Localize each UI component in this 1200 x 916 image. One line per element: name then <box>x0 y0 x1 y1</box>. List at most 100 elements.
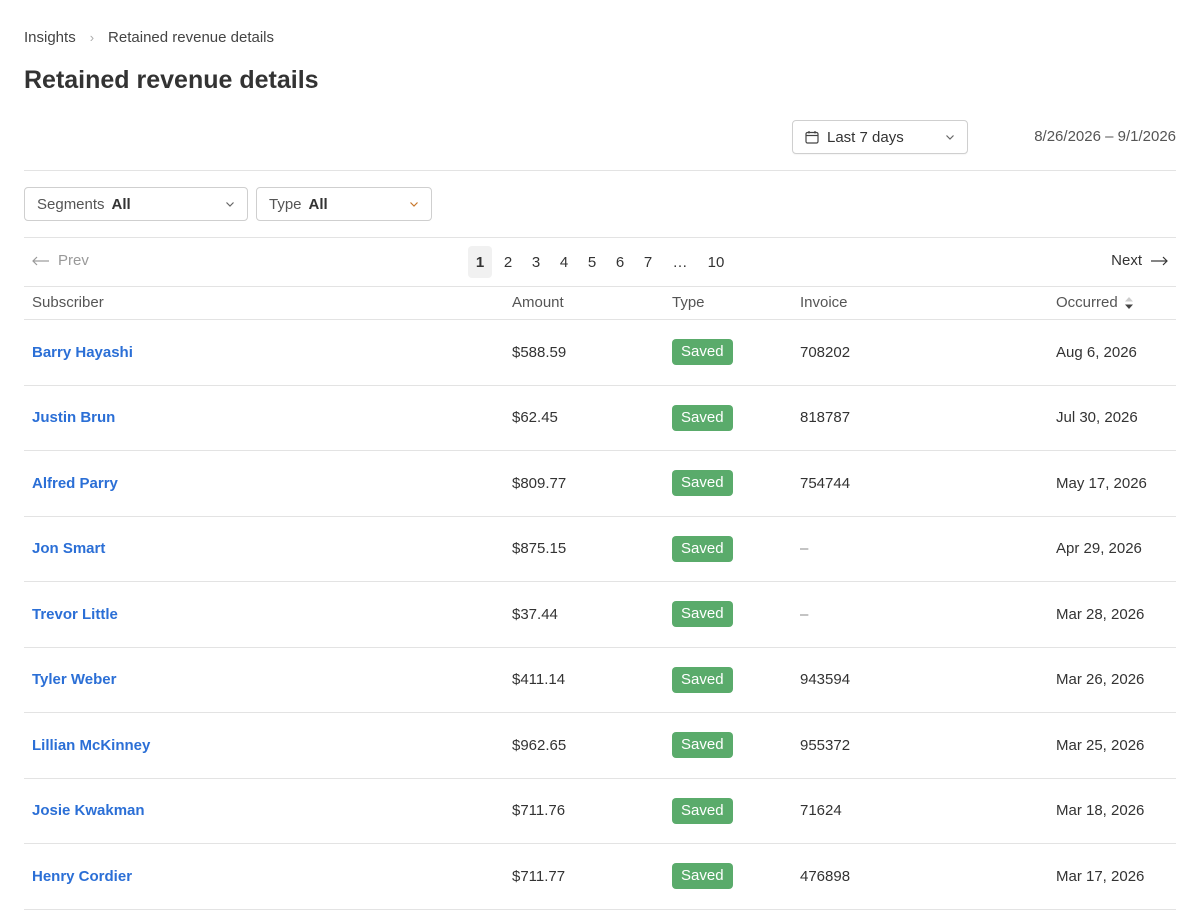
type-badge: Saved <box>672 732 733 759</box>
type-filter-value: All <box>308 195 328 213</box>
column-header-type[interactable]: Type <box>672 294 705 311</box>
occurred-cell: Apr 29, 2026 <box>1056 540 1142 558</box>
column-header-occurred-label: Occurred <box>1056 294 1118 311</box>
page-button-1[interactable]: 1 <box>468 246 492 278</box>
page-button-2[interactable]: 2 <box>496 246 520 278</box>
segments-filter-value: All <box>111 195 131 213</box>
segments-filter-label: Segments <box>37 195 105 213</box>
type-badge: Saved <box>672 470 733 497</box>
arrow-right-icon <box>1151 256 1168 265</box>
date-range-select[interactable]: Last 7 days <box>792 120 968 154</box>
occurred-cell: Mar 25, 2026 <box>1056 736 1145 754</box>
page-button-5[interactable]: 5 <box>580 246 604 278</box>
header-divider <box>24 170 1176 171</box>
occurred-cell: Mar 28, 2026 <box>1056 605 1145 623</box>
subscriber-link[interactable]: Alfred Parry <box>32 451 118 516</box>
type-cell: Saved <box>672 582 733 647</box>
breadcrumb-separator: › <box>89 29 95 45</box>
prev-page-label: Prev <box>58 252 89 269</box>
occurred-cell: Mar 18, 2026 <box>1056 802 1145 820</box>
amount-cell: $62.45 <box>512 409 558 427</box>
table-row: Jon Smart $875.15 Saved – Apr 29, 2026 <box>24 517 1176 582</box>
type-badge: Saved <box>672 863 733 890</box>
calendar-icon <box>805 131 819 144</box>
amount-cell: $875.15 <box>512 540 567 558</box>
type-cell: Saved <box>672 713 733 778</box>
table-row: Henry Cordier $711.77 Saved 476898 Mar 1… <box>24 844 1176 910</box>
invoice-cell: 754744 <box>800 474 851 492</box>
amount-cell: $962.65 <box>512 736 567 754</box>
date-range-value: Last 7 days <box>827 128 904 146</box>
page-button-7[interactable]: 7 <box>636 246 660 278</box>
invoice-cell: 708202 <box>800 343 851 361</box>
table-header: Subscriber Amount Type Invoice Occurred <box>24 287 1176 320</box>
page-ellipsis: … <box>672 253 688 271</box>
invoice-cell: 955372 <box>800 736 851 754</box>
prev-page-button[interactable]: Prev <box>32 252 89 269</box>
next-page-label: Next <box>1111 252 1142 269</box>
subscriber-link[interactable]: Josie Kwakman <box>32 779 145 844</box>
segments-filter[interactable]: Segments All <box>24 187 248 221</box>
type-cell: Saved <box>672 451 733 516</box>
occurred-cell: Mar 26, 2026 <box>1056 671 1145 689</box>
occurred-cell: May 17, 2026 <box>1056 474 1147 492</box>
subscriber-link[interactable]: Henry Cordier <box>32 844 132 909</box>
amount-cell: $411.14 <box>512 671 566 689</box>
chevron-down-icon <box>410 202 418 207</box>
table-row: Josie Kwakman $711.76 Saved 71624 Mar 18… <box>24 779 1176 844</box>
subscriber-link[interactable]: Trevor Little <box>32 582 118 647</box>
chevron-down-icon <box>226 202 234 207</box>
type-cell: Saved <box>672 648 733 713</box>
invoice-cell: – <box>800 540 809 558</box>
type-badge: Saved <box>672 535 733 562</box>
amount-cell: $711.77 <box>512 867 566 885</box>
type-badge: Saved <box>672 404 733 431</box>
type-cell: Saved <box>672 779 733 844</box>
table-row: Lillian McKinney $962.65 Saved 955372 Ma… <box>24 713 1176 779</box>
table-row: Alfred Parry $809.77 Saved 754744 May 17… <box>24 451 1176 517</box>
type-badge: Saved <box>672 797 733 824</box>
column-header-invoice[interactable]: Invoice <box>800 294 848 311</box>
subscriber-link[interactable]: Barry Hayashi <box>32 320 133 385</box>
amount-cell: $588.59 <box>512 343 567 361</box>
breadcrumb-parent-link[interactable]: Insights <box>24 29 76 46</box>
column-header-amount[interactable]: Amount <box>512 294 564 311</box>
invoice-cell: 476898 <box>800 867 851 885</box>
next-page-button[interactable]: Next <box>1111 252 1168 269</box>
invoice-cell: 818787 <box>800 409 851 427</box>
invoice-cell: 71624 <box>800 802 842 820</box>
table-row: Justin Brun $62.45 Saved 818787 Jul 30, … <box>24 386 1176 451</box>
type-badge: Saved <box>672 339 733 366</box>
table-row: Tyler Weber $411.14 Saved 943594 Mar 26,… <box>24 648 1176 713</box>
invoice-cell: 943594 <box>800 671 851 689</box>
table-row: Trevor Little $37.44 Saved – Mar 28, 202… <box>24 582 1176 648</box>
amount-cell: $37.44 <box>512 605 558 623</box>
table-row: Barry Hayashi $588.59 Saved 708202 Aug 6… <box>24 320 1176 386</box>
page-button-10[interactable]: 10 <box>704 246 728 278</box>
subscriber-link[interactable]: Lillian McKinney <box>32 713 150 778</box>
type-filter[interactable]: Type All <box>256 187 432 221</box>
page-button-6[interactable]: 6 <box>608 246 632 278</box>
table-body: Barry Hayashi $588.59 Saved 708202 Aug 6… <box>24 320 1176 910</box>
type-filter-label: Type <box>269 195 302 213</box>
pagination: Prev 1 2 3 4 5 6 7 … 10 Next <box>24 246 1176 278</box>
breadcrumb-current: Retained revenue details <box>108 28 274 46</box>
amount-cell: $711.76 <box>512 802 566 820</box>
subscriber-link[interactable]: Justin Brun <box>32 386 115 451</box>
arrow-left-icon <box>32 256 49 265</box>
invoice-cell: – <box>800 605 809 623</box>
occurred-cell: Jul 30, 2026 <box>1056 409 1138 427</box>
column-header-subscriber[interactable]: Subscriber <box>32 294 104 311</box>
subscriber-link[interactable]: Jon Smart <box>32 517 105 582</box>
type-cell: Saved <box>672 517 733 582</box>
occurred-cell: Aug 6, 2026 <box>1056 343 1137 361</box>
page-button-4[interactable]: 4 <box>552 246 576 278</box>
page-title: Retained revenue details <box>24 66 319 94</box>
page-button-3[interactable]: 3 <box>524 246 548 278</box>
type-badge: Saved <box>672 601 733 628</box>
column-header-occurred[interactable]: Occurred <box>1056 294 1134 311</box>
page-numbers: 1 2 3 4 5 6 7 … 10 <box>468 246 732 278</box>
subscriber-link[interactable]: Tyler Weber <box>32 648 116 713</box>
date-range-text: 8/26/2026 – 9/1/2026 <box>1034 128 1176 145</box>
type-cell: Saved <box>672 386 733 451</box>
